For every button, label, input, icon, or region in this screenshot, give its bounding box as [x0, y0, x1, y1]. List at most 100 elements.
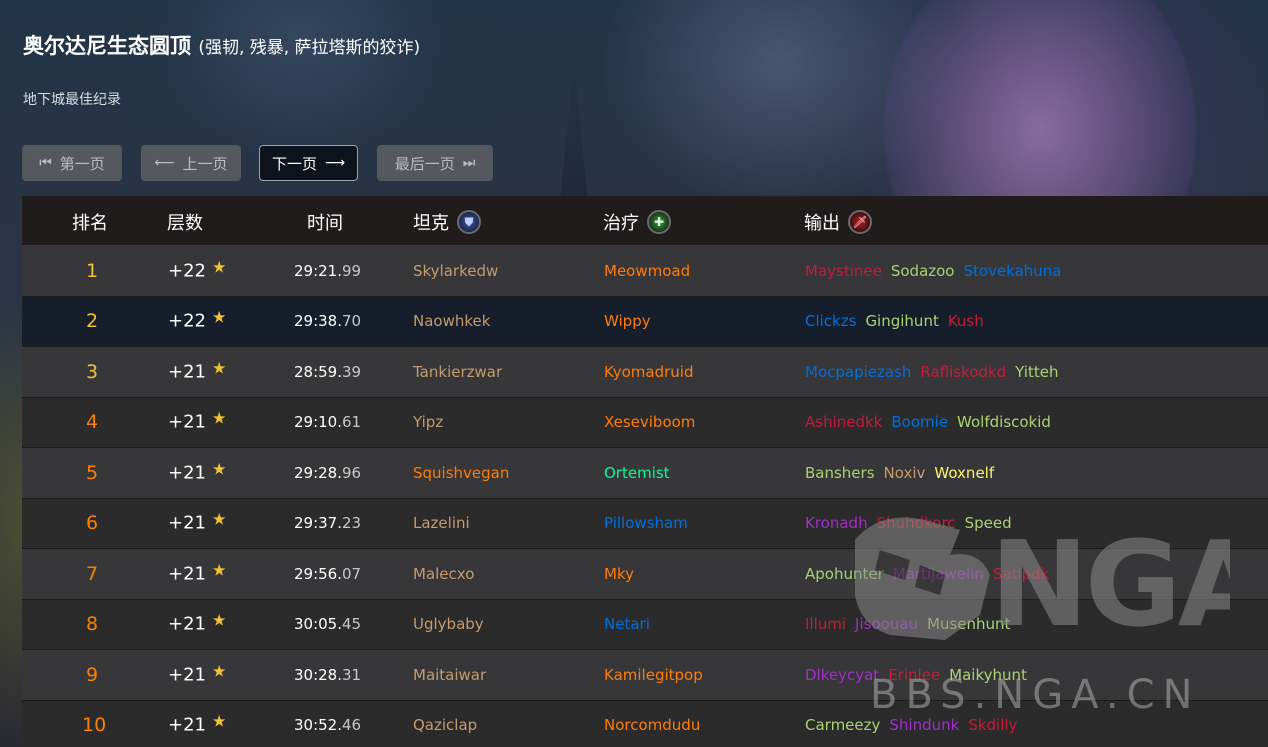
dps-player-link[interactable]: Apohunter [805, 565, 884, 583]
rank-cell: 3 [85, 360, 99, 383]
keystone-level: +21 [168, 411, 206, 433]
dps-player-link[interactable]: Sodazoo [891, 262, 955, 280]
time-main: 30:28. [294, 665, 342, 684]
leaderboard-table: 排名 层数 时间 坦克 ⛊ 治疗 ✚ 输出 🗡 1 +22 ★ 29:21.99… [22, 196, 1268, 747]
dps-player-link[interactable]: Jisoouau [855, 615, 918, 633]
dps-player-link[interactable]: Woxnelf [934, 464, 994, 482]
dps-player-link[interactable]: Kronadh [805, 514, 868, 532]
tank-player-link[interactable]: Qaziclap [413, 716, 477, 734]
healer-player-link[interactable]: Wippy [604, 312, 651, 330]
dps-players: Kronadh Shuhdkorc Speed [805, 514, 1012, 532]
first-page-button[interactable]: ⏮ 第一页 [22, 145, 122, 181]
keystone-level: +21 [168, 613, 206, 635]
dps-player-link[interactable]: Stovekahuna [963, 262, 1061, 280]
dps-player-link[interactable]: Wolfdiscokid [957, 413, 1051, 431]
dps-player-link[interactable]: Maystinee [805, 262, 882, 280]
dps-player-link[interactable]: Carmeezy [805, 716, 880, 734]
time-cell: 30:28.31 [294, 666, 361, 684]
time-ms: 61 [342, 413, 362, 432]
dps-player-link[interactable]: Speed [965, 514, 1012, 532]
time-main: 30:05. [294, 615, 342, 634]
keystone-level: +22 [168, 260, 206, 282]
dps-player-link[interactable]: Shindunk [889, 716, 959, 734]
prev-page-label: 上一页 [182, 154, 228, 173]
time-main: 29:37. [294, 514, 342, 533]
table-row[interactable]: 2 +22 ★ 29:38.70 Naowhkek Wippy Clickzs G… [22, 296, 1268, 347]
table-row[interactable]: 8 +21 ★ 30:05.45 Uglybaby Netari Illumi J… [22, 599, 1268, 650]
healer-player-link[interactable]: Norcomdudu [604, 716, 700, 734]
dps-player-link[interactable]: Skdilly [968, 716, 1017, 734]
healer-player-link[interactable]: Mky [604, 565, 634, 583]
dps-player-link[interactable]: Clickzs [805, 312, 856, 330]
dps-player-link[interactable]: Boomie [891, 413, 948, 431]
tank-player-link[interactable]: Yipz [413, 413, 443, 431]
last-page-button[interactable]: 最后一页 ⏭ [377, 145, 493, 181]
dps-player-link[interactable]: Dlkeycyat [805, 666, 879, 684]
tank-player-link[interactable]: Squishvegan [413, 464, 509, 482]
table-row[interactable]: 1 +22 ★ 29:21.99 Skylarkedw Meowmoad May… [22, 246, 1268, 297]
table-row[interactable]: 7 +21 ★ 29:56.07 Malecxo Mky Apohunter Ma… [22, 549, 1268, 600]
dps-player-link[interactable]: Yitteh [1015, 363, 1058, 381]
time-ms: 07 [342, 564, 362, 583]
time-cell: 29:10.61 [294, 413, 361, 431]
level-cell: +21 ★ [168, 560, 227, 584]
tank-player-link[interactable]: Maitaiwar [413, 666, 486, 684]
level-cell: +21 ★ [168, 661, 227, 686]
dps-player-link[interactable]: Kush [948, 312, 984, 330]
level-cell: +21 ★ [168, 509, 227, 534]
dps-player-link[interactable]: Ashinedkk [805, 413, 882, 431]
healer-player-link[interactable]: Meowmoad [604, 262, 690, 280]
time-ms: 70 [342, 312, 362, 331]
dps-player-link[interactable]: Banshers [805, 464, 875, 482]
dps-player-link[interactable]: Gingihunt [865, 312, 938, 330]
star-icon: ★ [212, 408, 227, 428]
time-cell: 28:59.39 [294, 363, 361, 381]
rank-cell: 2 [85, 310, 99, 333]
time-main: 29:21. [294, 261, 342, 280]
keystone-level: +21 [168, 361, 206, 383]
star-icon: ★ [212, 560, 227, 580]
tank-player-link[interactable]: Naowhkek [413, 312, 490, 330]
star-icon: ★ [212, 257, 227, 277]
dps-player-link[interactable]: Satipdk [993, 565, 1050, 583]
rank-cell: 1 [85, 259, 99, 282]
prev-page-button[interactable]: ⟵ 上一页 [141, 145, 241, 181]
table-row[interactable]: 4 +21 ★ 29:10.61 Yipz Xeseviboom Ashined… [22, 397, 1268, 448]
healer-player-link[interactable]: Pillowsham [604, 514, 688, 532]
star-icon: ★ [212, 509, 227, 529]
tank-player-link[interactable]: Skylarkedw [413, 262, 498, 280]
healer-player-link[interactable]: Kyomadruid [604, 363, 694, 381]
keystone-level: +21 [168, 462, 206, 484]
col-time: 时间 [307, 213, 343, 234]
star-icon: ★ [212, 661, 227, 681]
dps-player-link[interactable]: Illumi [805, 615, 846, 633]
table-row[interactable]: 6 +21 ★ 29:37.23 Lazelini Pillowsham Kro… [22, 498, 1268, 549]
dps-player-link[interactable]: Noxiv [884, 464, 926, 482]
dps-player-link[interactable]: Martijawelin [893, 565, 984, 583]
plus-cross-icon: ✚ [647, 210, 671, 234]
table-row[interactable]: 3 +21 ★ 28:59.39 Tankierzwar Kyomadruid … [22, 347, 1268, 398]
tank-player-link[interactable]: Malecxo [413, 565, 474, 583]
healer-player-link[interactable]: Ortemist [604, 464, 670, 482]
tank-player-link[interactable]: Lazelini [413, 514, 470, 532]
dps-player-link[interactable]: Mocpapiezash [805, 363, 911, 381]
healer-player-link[interactable]: Kamilegitpop [604, 666, 703, 684]
time-cell: 29:28.96 [294, 464, 361, 482]
dps-players: Apohunter Martijawelin Satipdk [805, 565, 1049, 583]
dps-player-link[interactable]: Rafliskodkd [920, 363, 1006, 381]
table-row[interactable]: 5 +21 ★ 29:28.96 Squishvegan Ortemist Ba… [22, 448, 1268, 499]
tank-player-link[interactable]: Tankierzwar [413, 363, 502, 381]
healer-player-link[interactable]: Xeseviboom [604, 413, 695, 431]
dps-player-link[interactable]: Musenhunt [927, 615, 1010, 633]
rank-cell: 5 [85, 461, 99, 484]
healer-player-link[interactable]: Netari [604, 615, 650, 633]
dps-player-link[interactable]: Shuhdkorc [877, 514, 956, 532]
last-page-label: 最后一页 [394, 154, 455, 173]
level-cell: +21 ★ [168, 358, 226, 383]
keystone-level: +21 [168, 664, 206, 686]
table-header: 排名 层数 时间 坦克 ⛊ 治疗 ✚ 输出 🗡 [22, 196, 1268, 246]
tank-player-link[interactable]: Uglybaby [413, 615, 484, 633]
next-page-button[interactable]: 下一页 ⟶ [259, 145, 358, 181]
col-tank: 坦克 ⛊ [413, 209, 481, 235]
col-tank-label: 坦克 [413, 213, 449, 234]
